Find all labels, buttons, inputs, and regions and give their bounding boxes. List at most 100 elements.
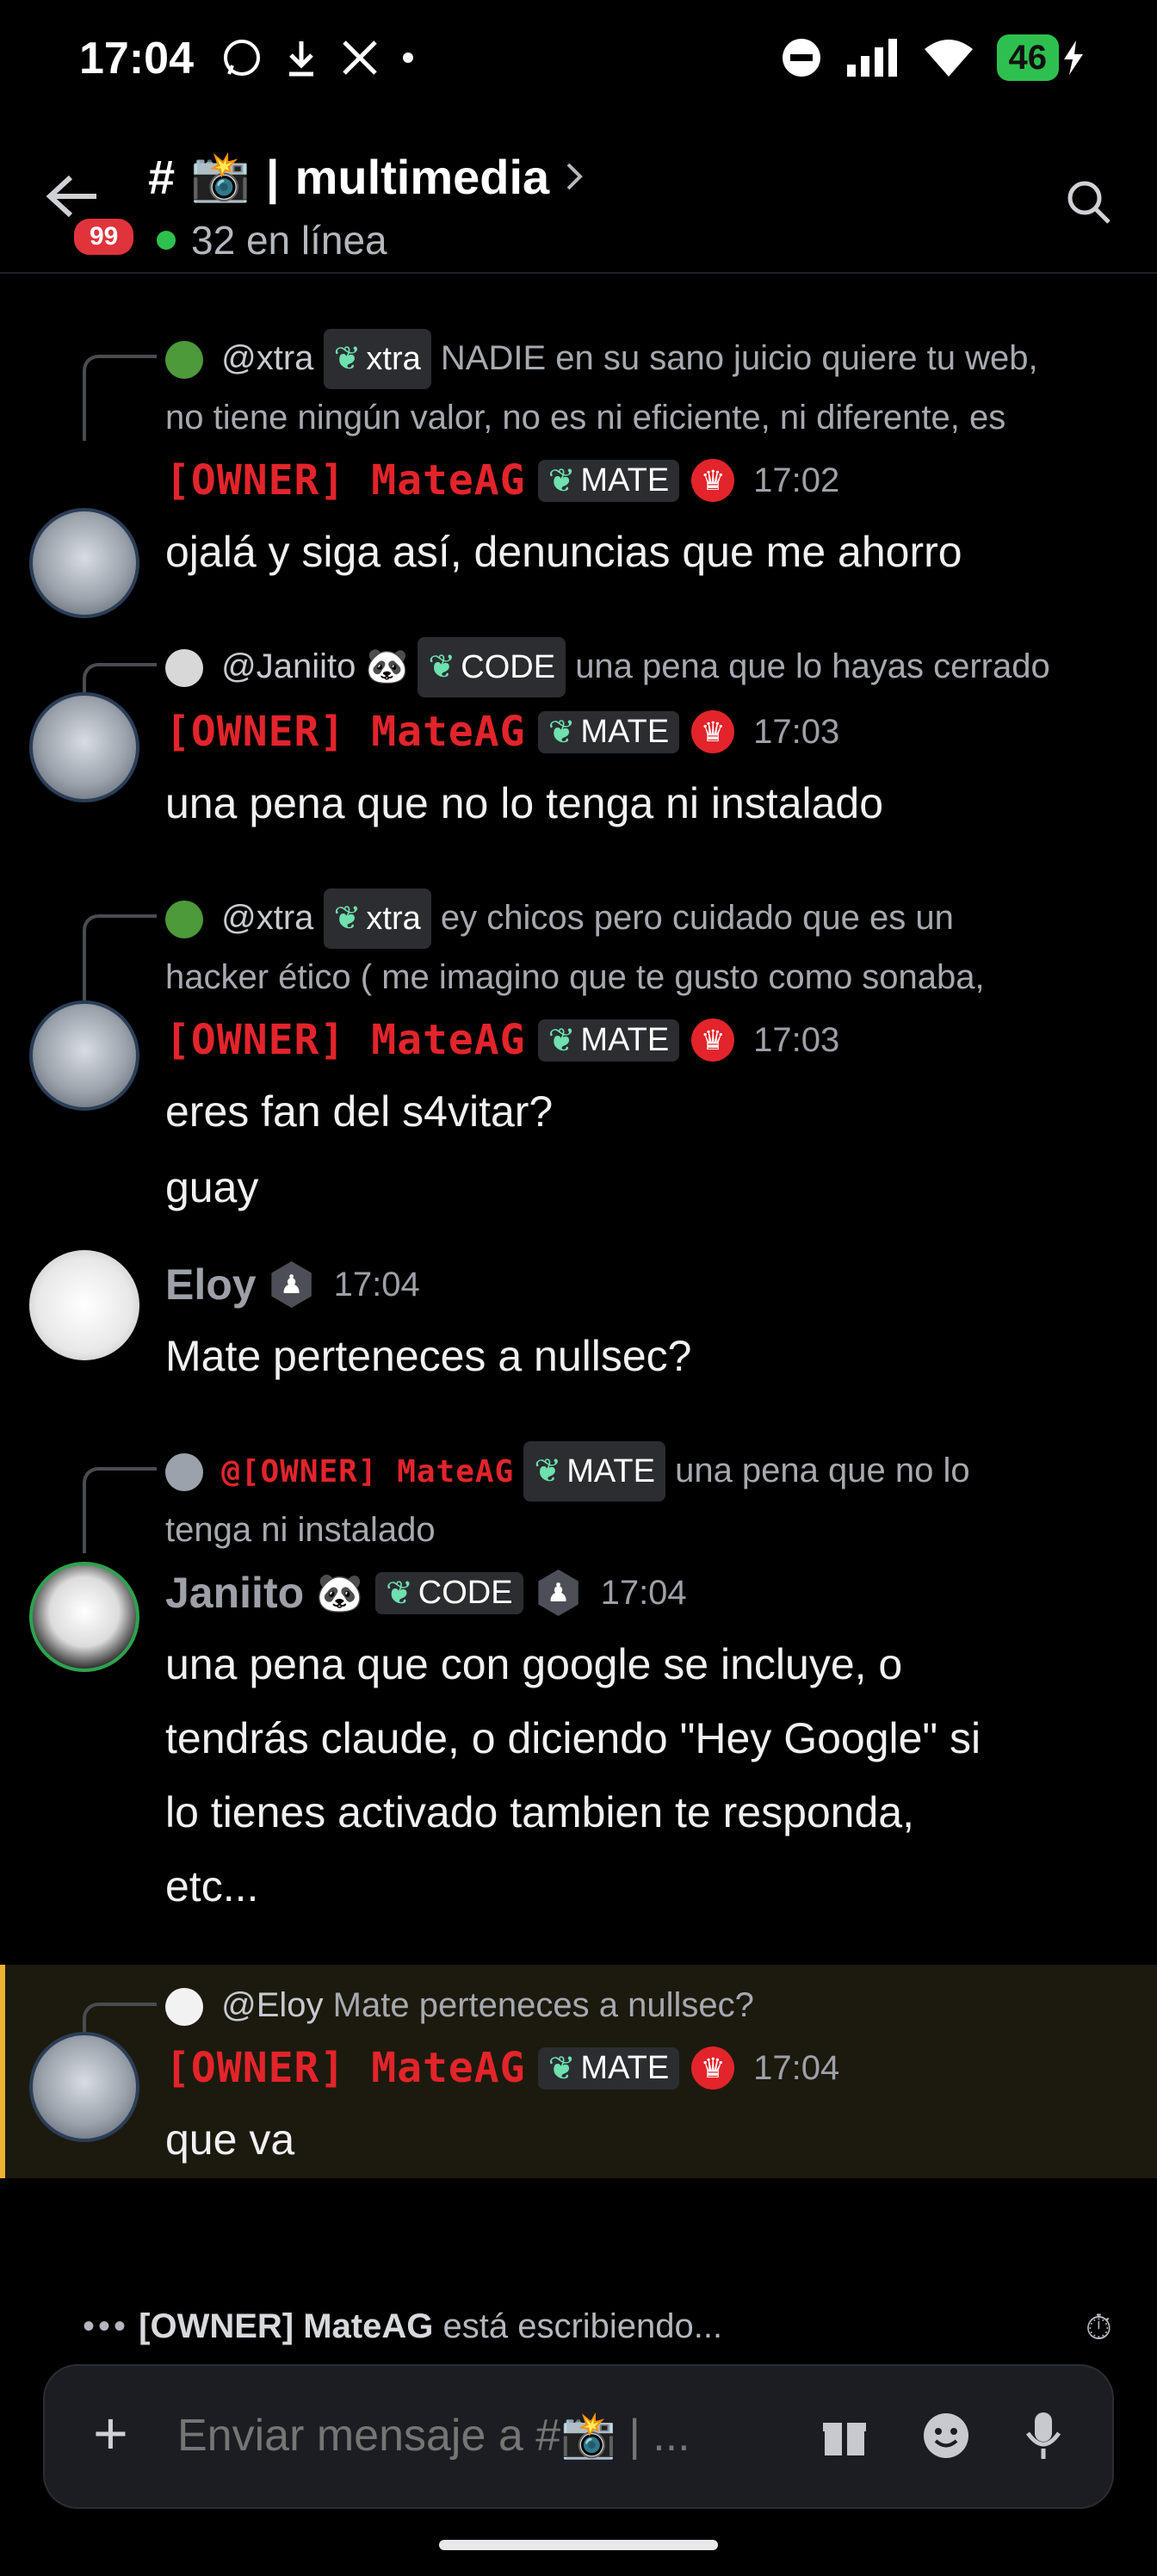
reply-text-2: hacker ético ( me imagino que te gusto c… [165, 958, 985, 996]
message-body: tendrás claude, o diciendo "Hey Google" … [165, 1714, 981, 1762]
reply-username: @xtra [221, 339, 314, 377]
whatsapp-icon [224, 40, 260, 76]
avatar[interactable] [29, 508, 139, 618]
channel-header: 99 # 📸 | multimedia 32 en línea [0, 138, 1157, 274]
reply-text-2: tenga ni instalado [165, 1511, 436, 1549]
typing-user: [OWNER] MateAG [139, 2307, 434, 2345]
message-header: [OWNER] MateAG ❦ MATE ♛ 17:04 [5, 2034, 1157, 2102]
message-body: guay [165, 1163, 259, 1211]
reply-text: NADIE en su sano juicio quiere tu web, [440, 339, 1038, 377]
message-composer: + [43, 2364, 1114, 2509]
role-tag: ❦ MATE [537, 710, 680, 753]
reply-avatar [165, 901, 203, 939]
reply-preview[interactable]: @xtra ❦ xtra NADIE en su sano juicio quie… [0, 329, 1157, 446]
camera-emoji: 📸 [190, 149, 251, 203]
battery-icon: 46 [996, 34, 1086, 81]
leaf-icon: ❦ [548, 2050, 576, 2087]
reply-avatar [165, 1453, 203, 1492]
reply-tag: ❦ xtra [323, 329, 431, 389]
message-body: ojalá y siga así, denuncias que me ahorr… [165, 528, 962, 576]
wifi-icon [924, 40, 973, 77]
message-body: que va [165, 2115, 295, 2164]
message-body: lo tienes activado tambien te responda, [165, 1788, 914, 1836]
role-tag: ❦ CODE [374, 1571, 523, 1614]
typing-text: está escribiendo... [442, 2307, 723, 2345]
author-name[interactable]: Janiito [165, 1568, 304, 1618]
crown-icon: ♛ [691, 2047, 735, 2090]
message-body: Mate perteneces a nullsec? [165, 1332, 692, 1380]
reply-preview[interactable]: @xtra ❦ xtra ey chicos pero cuidado que e… [0, 889, 1157, 1006]
person-badge-icon: ♟ [538, 1570, 578, 1616]
dot-icon [403, 53, 413, 63]
x-icon [343, 40, 377, 75]
reply-text-2: no tiene ningún valor, no es ni eficient… [165, 399, 1006, 437]
crown-icon: ♛ [691, 459, 735, 502]
message-header: [OWNER] MateAG ❦ MATE ♛ 17:03 [0, 697, 1157, 766]
chevron-right-icon [566, 163, 584, 190]
leaf-icon: ❦ [548, 462, 576, 499]
reply-username: @Janiito [221, 647, 356, 685]
reply-text: una pena que lo hayas cerrado [575, 647, 1050, 685]
reply-preview[interactable]: @Eloy Mate perteneces a nullsec? [5, 1977, 1157, 2040]
message-header: [OWNER] MateAG ❦ MATE ♛ 17:02 [0, 446, 1157, 515]
unread-badge: 99 [69, 214, 139, 260]
typing-dots-icon: ••• [83, 2307, 130, 2345]
crown-icon: ♛ [691, 710, 735, 753]
reply-text: una pena que no lo [675, 1452, 970, 1489]
reply-preview[interactable]: @Janiito 🐼 ❦ CODE una pena que lo hayas c… [0, 637, 1157, 701]
reply-avatar [165, 1988, 203, 2027]
reply-avatar [165, 649, 203, 688]
timestamp: 17:04 [753, 2048, 840, 2087]
leaf-icon: ❦ [428, 649, 456, 685]
message-highlighted: @Eloy Mate perteneces a nullsec? [OWNER]… [0, 1965, 1157, 2178]
back-arrow-icon[interactable] [45, 174, 100, 219]
leaf-icon: ❦ [385, 1575, 413, 1612]
signal-icon [846, 39, 897, 77]
reply-tag: ❦ CODE [418, 637, 566, 697]
leaf-icon: ❦ [534, 1453, 562, 1489]
home-indicator[interactable] [439, 2540, 718, 2550]
author-name[interactable]: [OWNER] MateAG [165, 1016, 526, 1064]
author-name[interactable]: [OWNER] MateAG [165, 2044, 526, 2092]
reply-username: @Eloy [221, 1986, 324, 2024]
timestamp: 17:03 [753, 712, 840, 751]
microphone-icon[interactable] [1024, 2411, 1062, 2461]
reply-tag: ❦ xtra [323, 889, 431, 949]
message-body: etc... [165, 1862, 259, 1910]
timestamp: 17:02 [753, 461, 840, 499]
role-tag: ❦ MATE [537, 1019, 680, 1062]
message-input[interactable] [176, 2409, 799, 2462]
author-name[interactable]: Eloy [165, 1260, 257, 1310]
status-time: 17:04 [79, 34, 194, 84]
channel-title[interactable]: # 📸 | multimedia [148, 148, 585, 205]
reply-avatar [165, 341, 203, 380]
status-bar: 17:04 46 [0, 0, 1157, 129]
message-body: una pena que con google se incluye, o [165, 1640, 903, 1688]
hash-icon: # [148, 149, 176, 204]
role-tag: ❦ MATE [537, 2047, 680, 2090]
search-icon[interactable] [1064, 177, 1112, 226]
channel-name: multimedia [294, 149, 550, 204]
message: @Janiito 🐼 ❦ CODE una pena que lo hayas c… [0, 637, 1157, 840]
reply-username: @xtra [221, 899, 314, 937]
system-icons: 46 [780, 34, 1086, 81]
online-dot-icon [157, 231, 176, 250]
message-list[interactable]: @xtra ❦ xtra NADIE en su sano juicio quie… [0, 284, 1157, 2282]
author-name[interactable]: [OWNER] MateAG [165, 456, 526, 505]
timestamp: 17:03 [753, 1020, 840, 1059]
reply-preview[interactable]: @[OWNER] MateAG ❦ MATE una pena que no lo… [0, 1441, 1157, 1558]
author-name[interactable]: [OWNER] MateAG [165, 708, 526, 756]
message-header: Eloy ♟ 17:04 [0, 1250, 1157, 1319]
gift-icon[interactable] [821, 2412, 868, 2459]
panda-emoji: 🐼 [316, 1572, 363, 1614]
download-icon [289, 41, 313, 77]
notification-icons [222, 38, 415, 77]
online-count: 32 en línea [157, 217, 387, 263]
crown-icon: ♛ [691, 1019, 735, 1062]
leaf-icon: ❦ [333, 341, 362, 377]
message: @[OWNER] MateAG ❦ MATE una pena que no lo… [0, 1441, 1157, 1923]
emoji-icon[interactable] [921, 2411, 971, 2461]
add-attachment-button[interactable]: + [93, 2399, 128, 2468]
online-text: 32 en línea [191, 218, 387, 263]
message-body: eres fan del s4vitar? [165, 1087, 554, 1136]
